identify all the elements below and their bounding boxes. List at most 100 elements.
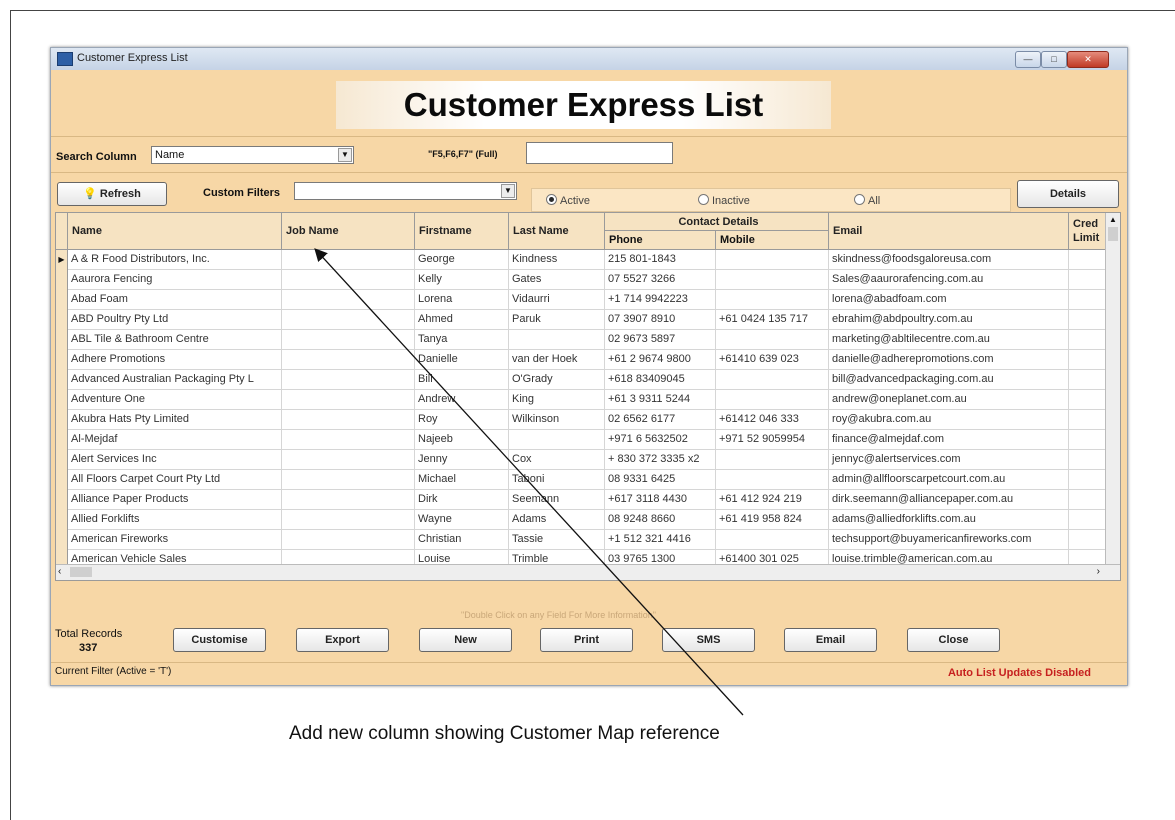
- cell-last-name[interactable]: [509, 330, 605, 350]
- cell-phone[interactable]: +1 714 9942223: [605, 290, 716, 310]
- cell-name[interactable]: American Fireworks: [68, 530, 282, 550]
- cell-credit-limit[interactable]: [1069, 430, 1109, 450]
- table-row[interactable]: ABL Tile & Bathroom Centre Tanya 02 9673 5…: [56, 330, 1112, 350]
- cell-name[interactable]: Aaurora Fencing: [68, 270, 282, 290]
- cell-email[interactable]: techsupport@buyamericanfireworks.com: [829, 530, 1069, 550]
- cell-firstname[interactable]: Dirk: [415, 490, 509, 510]
- cell-email[interactable]: finance@almejdaf.com: [829, 430, 1069, 450]
- cell-job-name[interactable]: [282, 250, 415, 270]
- cell-credit-limit[interactable]: [1069, 470, 1109, 490]
- cell-credit-limit[interactable]: [1069, 490, 1109, 510]
- cell-phone[interactable]: +1 512 321 4416: [605, 530, 716, 550]
- cell-last-name[interactable]: Adams: [509, 510, 605, 530]
- cell-last-name[interactable]: King: [509, 390, 605, 410]
- cell-name[interactable]: Advanced Australian Packaging Pty L: [68, 370, 282, 390]
- row-selector[interactable]: [56, 370, 68, 390]
- cell-job-name[interactable]: [282, 490, 415, 510]
- cell-mobile[interactable]: [716, 270, 829, 290]
- row-selector[interactable]: [56, 410, 68, 430]
- cell-credit-limit[interactable]: [1069, 390, 1109, 410]
- table-row[interactable]: All Floors Carpet Court Pty Ltd Michael Ta…: [56, 470, 1112, 490]
- row-selector[interactable]: [56, 310, 68, 330]
- cell-phone[interactable]: 08 9248 8660: [605, 510, 716, 530]
- cell-last-name[interactable]: O'Grady: [509, 370, 605, 390]
- row-selector[interactable]: [56, 290, 68, 310]
- cell-last-name[interactable]: [509, 430, 605, 450]
- search-input[interactable]: [526, 142, 673, 164]
- cell-job-name[interactable]: [282, 350, 415, 370]
- radio-all[interactable]: All: [854, 194, 880, 207]
- row-selector[interactable]: [56, 510, 68, 530]
- cell-phone[interactable]: 07 5527 3266: [605, 270, 716, 290]
- cell-email[interactable]: andrew@oneplanet.com.au: [829, 390, 1069, 410]
- print-button[interactable]: Print: [540, 628, 633, 652]
- cell-mobile[interactable]: [716, 470, 829, 490]
- cell-last-name[interactable]: Wilkinson: [509, 410, 605, 430]
- cell-firstname[interactable]: Roy: [415, 410, 509, 430]
- horizontal-scrollbar[interactable]: ‹ ›: [56, 564, 1120, 580]
- chevron-down-icon[interactable]: ▼: [338, 148, 352, 162]
- row-selector[interactable]: [56, 350, 68, 370]
- cell-email[interactable]: skindness@foodsgaloreusa.com: [829, 250, 1069, 270]
- row-selector[interactable]: [56, 270, 68, 290]
- refresh-button[interactable]: 💡 Refresh: [57, 182, 167, 206]
- cell-name[interactable]: Adhere Promotions: [68, 350, 282, 370]
- cell-firstname[interactable]: George: [415, 250, 509, 270]
- cell-phone[interactable]: +617 3118 4430: [605, 490, 716, 510]
- cell-firstname[interactable]: Danielle: [415, 350, 509, 370]
- cell-firstname[interactable]: Bill: [415, 370, 509, 390]
- table-row[interactable]: ABD Poultry Pty Ltd Ahmed Paruk 07 3907 891…: [56, 310, 1112, 330]
- cell-name[interactable]: Al-Mejdaf: [68, 430, 282, 450]
- sms-button[interactable]: SMS: [662, 628, 755, 652]
- cell-job-name[interactable]: [282, 310, 415, 330]
- row-selector[interactable]: [56, 430, 68, 450]
- vertical-scrollbar[interactable]: ▲: [1105, 213, 1120, 564]
- column-header-credit-limit[interactable]: Cred Limit: [1069, 213, 1109, 249]
- cell-mobile[interactable]: [716, 250, 829, 270]
- cell-last-name[interactable]: Kindness: [509, 250, 605, 270]
- cell-email[interactable]: adams@alliedforklifts.com.au: [829, 510, 1069, 530]
- cell-job-name[interactable]: [282, 330, 415, 350]
- cell-name[interactable]: Adventure One: [68, 390, 282, 410]
- cell-email[interactable]: marketing@abltilecentre.com.au: [829, 330, 1069, 350]
- table-row[interactable]: Alliance Paper Products Dirk Seemann +617 3…: [56, 490, 1112, 510]
- column-header-firstname[interactable]: Firstname: [415, 213, 509, 249]
- customise-button[interactable]: Customise: [173, 628, 266, 652]
- cell-last-name[interactable]: van der Hoek: [509, 350, 605, 370]
- cell-last-name[interactable]: Taboni: [509, 470, 605, 490]
- cell-phone[interactable]: 215 801-1843: [605, 250, 716, 270]
- search-column-select[interactable]: Name ▼: [151, 146, 354, 164]
- cell-firstname[interactable]: Tanya: [415, 330, 509, 350]
- close-button[interactable]: Close: [907, 628, 1000, 652]
- column-header-mobile[interactable]: Mobile: [716, 231, 829, 249]
- cell-last-name[interactable]: Gates: [509, 270, 605, 290]
- table-row[interactable]: Adhere Promotions Danielle van der Hoek +61…: [56, 350, 1112, 370]
- cell-mobile[interactable]: +971 52 9059954: [716, 430, 829, 450]
- column-header-last-name[interactable]: Last Name: [509, 213, 605, 249]
- cell-mobile[interactable]: [716, 530, 829, 550]
- cell-mobile[interactable]: [716, 290, 829, 310]
- column-header-name[interactable]: Name: [68, 213, 282, 249]
- cell-email[interactable]: admin@allfloorscarpetcourt.com.au: [829, 470, 1069, 490]
- cell-firstname[interactable]: Ahmed: [415, 310, 509, 330]
- cell-firstname[interactable]: Jenny: [415, 450, 509, 470]
- cell-email[interactable]: danielle@adherepromotions.com: [829, 350, 1069, 370]
- cell-name[interactable]: ABL Tile & Bathroom Centre: [68, 330, 282, 350]
- table-row[interactable]: ▶ A & R Food Distributors, Inc. George Kind…: [56, 250, 1112, 270]
- table-row[interactable]: Adventure One Andrew King +61 3 9311 5244 an…: [56, 390, 1112, 410]
- maximize-button[interactable]: □: [1041, 51, 1067, 68]
- radio-inactive[interactable]: Inactive: [698, 194, 750, 207]
- cell-phone[interactable]: +971 6 5632502: [605, 430, 716, 450]
- cell-phone[interactable]: +61 2 9674 9800: [605, 350, 716, 370]
- cell-email[interactable]: roy@akubra.com.au: [829, 410, 1069, 430]
- cell-phone[interactable]: +618 83409045: [605, 370, 716, 390]
- row-selector[interactable]: [56, 450, 68, 470]
- cell-mobile[interactable]: [716, 390, 829, 410]
- cell-job-name[interactable]: [282, 410, 415, 430]
- cell-firstname[interactable]: Andrew: [415, 390, 509, 410]
- cell-email[interactable]: ebrahim@abdpoultry.com.au: [829, 310, 1069, 330]
- cell-credit-limit[interactable]: [1069, 510, 1109, 530]
- new-button[interactable]: New: [419, 628, 512, 652]
- column-header-phone[interactable]: Phone: [605, 231, 716, 249]
- cell-email[interactable]: bill@advancedpackaging.com.au: [829, 370, 1069, 390]
